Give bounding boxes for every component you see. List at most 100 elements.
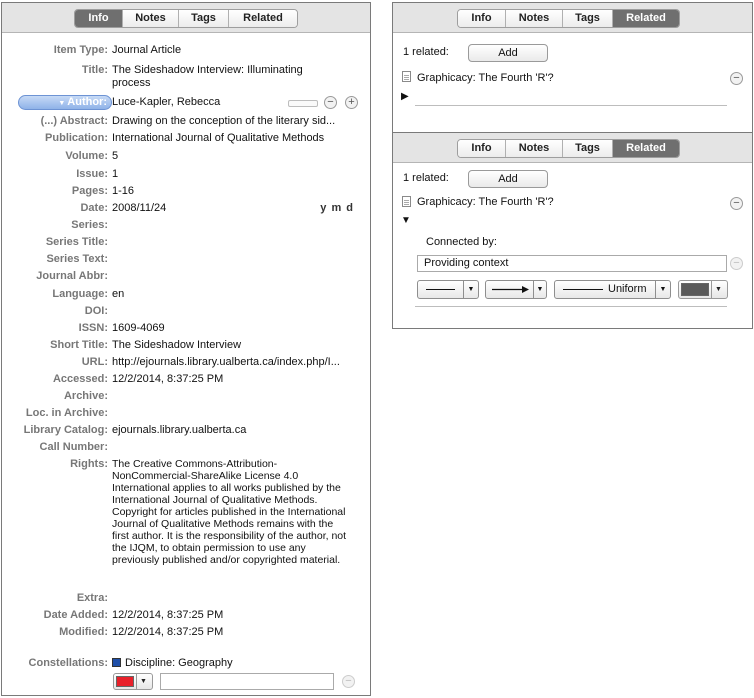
field-series-text: Series Text: xyxy=(2,253,372,266)
field-issn: ISSN: 1609-4069 xyxy=(2,322,372,335)
field-call-number: Call Number: xyxy=(2,441,372,454)
field-value[interactable]: 1-16 xyxy=(112,185,372,198)
field-value[interactable]: 1 xyxy=(112,168,372,181)
line-style-select[interactable]: ▼ xyxy=(417,280,479,299)
constellation-color-swatch xyxy=(112,658,121,667)
field-doi: DOI: xyxy=(2,305,372,318)
field-value[interactable] xyxy=(112,390,372,403)
tab-tags[interactable]: Tags xyxy=(563,10,613,27)
field-value[interactable]: http://ejournals.library.ualberta.ca/ind… xyxy=(112,356,372,369)
related-tab-bar: Info Notes Tags Related xyxy=(393,133,752,163)
divider xyxy=(415,306,727,307)
tab-related[interactable]: Related xyxy=(613,10,679,27)
add-author-button[interactable]: + xyxy=(345,96,358,109)
field-value[interactable] xyxy=(112,219,372,232)
remove-constellation-button[interactable]: − xyxy=(342,675,355,688)
tab-info[interactable]: Info xyxy=(458,140,506,157)
field-value[interactable]: International Journal of Qualitative Met… xyxy=(112,132,372,145)
field-extra: Extra: xyxy=(2,592,372,605)
field-label: Constellations: xyxy=(28,657,108,669)
tab-tags[interactable]: Tags xyxy=(179,10,229,27)
field-accessed: Accessed: 12/2/2014, 8:37:25 PM xyxy=(2,373,372,386)
field-value[interactable] xyxy=(112,253,372,266)
field-value[interactable]: The Sideshadow Interview xyxy=(112,339,372,352)
constellation-color-picker[interactable]: ▼ xyxy=(113,673,153,690)
disclosure-collapsed-icon[interactable]: ▶ xyxy=(401,91,409,102)
field-value[interactable]: ejournals.library.ualberta.ca xyxy=(112,424,372,437)
field-value[interactable]: Journal Article xyxy=(112,44,372,57)
field-value: 12/2/2014, 8:37:25 PM xyxy=(112,626,224,638)
disclosure-expanded-icon[interactable]: ▼ xyxy=(401,215,411,226)
field-label: Issue: xyxy=(76,168,108,180)
document-icon xyxy=(402,196,411,207)
field-value[interactable]: 5 xyxy=(112,150,372,163)
field-abstract: (...) Abstract: Drawing on the conceptio… xyxy=(2,115,372,128)
field-label: Rights: xyxy=(70,458,108,470)
add-related-button[interactable]: Add xyxy=(468,170,548,188)
field-label: Extra: xyxy=(76,592,108,604)
field-value[interactable]: The Sideshadow Interview: Illuminating p… xyxy=(112,64,312,90)
arrow-preview xyxy=(486,281,533,298)
info-tab-group: Info Notes Tags Related xyxy=(74,9,298,28)
color-swatch xyxy=(681,283,709,296)
line-weight-label: Uniform xyxy=(608,283,647,295)
tab-related[interactable]: Related xyxy=(229,10,297,27)
related-pane-collapsed: Info Notes Tags Related 1 related: Add G… xyxy=(392,2,753,132)
tab-info[interactable]: Info xyxy=(458,10,506,27)
tab-info[interactable]: Info xyxy=(75,10,123,27)
chevron-down-icon: ▼ xyxy=(533,281,546,298)
add-related-button[interactable]: Add xyxy=(468,44,548,62)
field-label: Date: xyxy=(80,202,108,214)
chevron-down-icon: ▼ xyxy=(655,281,670,298)
field-value[interactable]: en xyxy=(112,288,372,301)
chevron-down-icon: ▼ xyxy=(711,281,725,298)
line-color-picker[interactable]: ▼ xyxy=(678,280,728,299)
field-label: Item Type: xyxy=(53,44,108,56)
remove-related-button[interactable]: − xyxy=(730,197,743,210)
related-count: 1 related: xyxy=(403,46,449,58)
tab-tags[interactable]: Tags xyxy=(563,140,613,157)
field-label: URL: xyxy=(81,356,108,368)
field-value[interactable] xyxy=(112,236,372,249)
field-value[interactable]: The Creative Commons-Attribution-NonComm… xyxy=(112,458,348,566)
field-journal-abbr: Journal Abbr: xyxy=(2,270,372,283)
divider xyxy=(415,105,727,106)
field-label: ISSN: xyxy=(78,322,108,334)
field-value[interactable] xyxy=(112,407,372,420)
field-value[interactable] xyxy=(112,270,372,283)
field-date: Date: 2008/11/24 xyxy=(2,202,372,215)
constellation-name-input[interactable] xyxy=(160,673,334,690)
field-label: Call Number: xyxy=(39,441,108,453)
field-value[interactable] xyxy=(112,441,372,454)
chevron-down-icon: ▼ xyxy=(136,674,150,689)
tab-notes[interactable]: Notes xyxy=(123,10,179,27)
tab-notes[interactable]: Notes xyxy=(506,140,563,157)
field-date-added: Date Added: 12/2/2014, 8:37:25 PM xyxy=(2,609,372,622)
field-label: Date Added: xyxy=(43,609,108,621)
remove-author-button[interactable]: − xyxy=(324,96,337,109)
author-mode-toggle[interactable] xyxy=(288,100,318,107)
arrow-style-select[interactable]: ▼ xyxy=(485,280,547,299)
field-value[interactable]: 12/2/2014, 8:37:25 PM xyxy=(112,373,372,386)
constellation-name: Discipline: Geography xyxy=(125,657,233,669)
field-value[interactable]: Drawing on the conception of the literar… xyxy=(112,115,372,128)
line-weight-select[interactable]: Uniform ▼ xyxy=(554,280,671,299)
field-publication: Publication: International Journal of Qu… xyxy=(2,132,372,145)
connection-description-input[interactable]: Providing context xyxy=(417,255,727,272)
field-label: Journal Abbr: xyxy=(36,270,108,282)
field-label: Language: xyxy=(52,288,108,300)
field-value[interactable] xyxy=(112,305,372,318)
related-count: 1 related: xyxy=(403,172,449,184)
related-item[interactable]: Graphicacy: The Fourth 'R'? xyxy=(417,196,554,208)
document-icon xyxy=(402,71,411,82)
field-label: Title: xyxy=(81,64,108,76)
constellation-item[interactable]: Discipline: Geography xyxy=(112,657,372,670)
remove-connection-button[interactable]: − xyxy=(730,257,743,270)
related-item[interactable]: Graphicacy: The Fourth 'R'? xyxy=(417,72,554,84)
field-value[interactable] xyxy=(112,592,372,605)
tab-notes[interactable]: Notes xyxy=(506,10,563,27)
field-value[interactable]: 1609-4069 xyxy=(112,322,372,335)
tab-related[interactable]: Related xyxy=(613,140,679,157)
remove-related-button[interactable]: − xyxy=(730,72,743,85)
field-label: Modified: xyxy=(59,626,108,638)
